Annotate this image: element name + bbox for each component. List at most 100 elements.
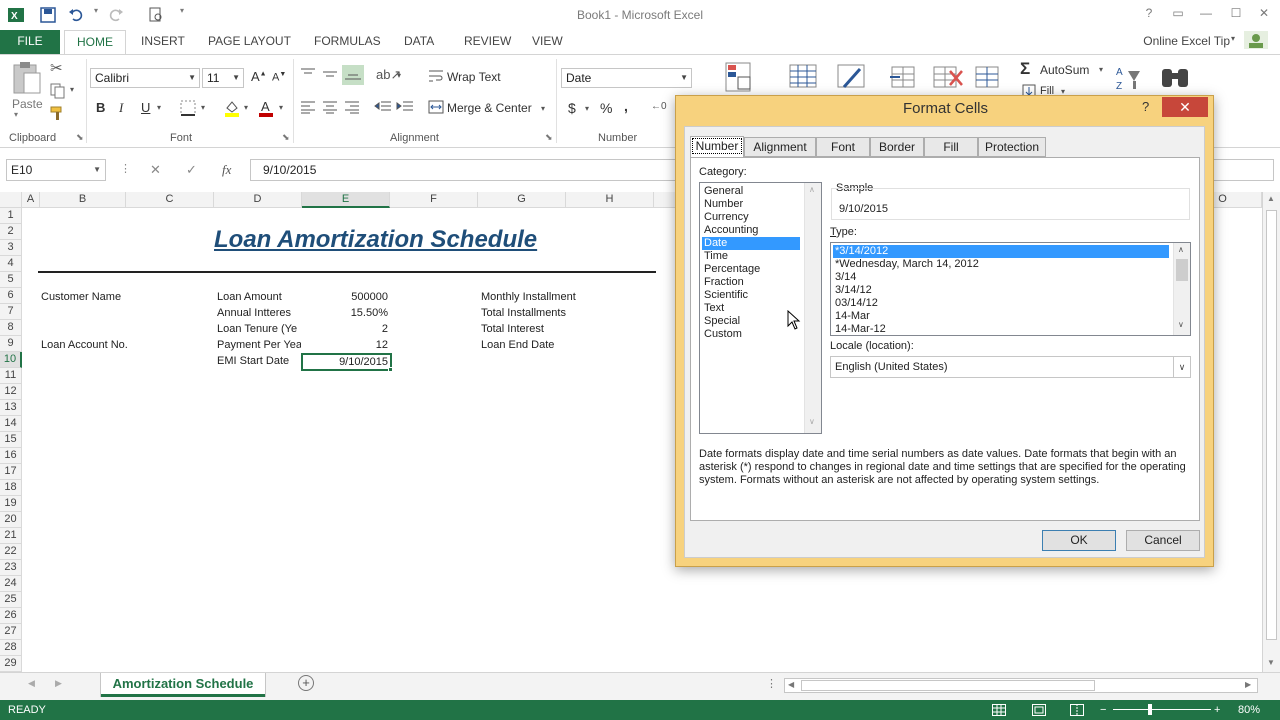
number-format-combo[interactable]: Date ▼: [561, 68, 692, 88]
row-header[interactable]: 14: [0, 416, 22, 432]
monthly-installment-label[interactable]: Monthly Installment: [481, 291, 576, 303]
font-color-dropdown-icon[interactable]: ▾: [279, 103, 283, 112]
zoom-level[interactable]: 80%: [1238, 700, 1260, 720]
comma-button[interactable]: ,: [624, 98, 628, 114]
maximize-icon[interactable]: ☐: [1226, 6, 1246, 24]
ok-button[interactable]: OK: [1042, 530, 1116, 551]
type-item[interactable]: 03/14/12: [833, 297, 1169, 310]
paste-label[interactable]: Paste: [12, 97, 43, 111]
row-header[interactable]: 7: [0, 304, 22, 320]
tab-alignment[interactable]: Alignment: [744, 137, 816, 157]
type-item[interactable]: 3/14: [833, 271, 1169, 284]
category-item[interactable]: Accounting: [702, 224, 800, 237]
font-name-combo[interactable]: Calibri ▼: [90, 68, 200, 88]
category-item[interactable]: Scientific: [702, 289, 800, 302]
row-header[interactable]: 24: [0, 576, 22, 592]
tab-protection[interactable]: Protection: [978, 137, 1046, 157]
dialog-help-icon[interactable]: ?: [1142, 99, 1149, 114]
increase-decimal-icon[interactable]: ←0: [651, 101, 667, 112]
zoom-slider[interactable]: [1113, 709, 1211, 710]
category-item[interactable]: Currency: [702, 211, 800, 224]
paste-dropdown-icon[interactable]: ▾: [14, 110, 18, 119]
paste-icon[interactable]: [10, 61, 42, 95]
avatar[interactable]: [1244, 31, 1268, 49]
merge-center-icon[interactable]: [428, 99, 444, 115]
percent-button[interactable]: %: [600, 100, 612, 116]
bold-button[interactable]: B: [96, 100, 105, 115]
interest-value[interactable]: 15.50%: [304, 307, 388, 319]
row-header[interactable]: 16: [0, 448, 22, 464]
total-installments-label[interactable]: Total Installments: [481, 307, 566, 319]
top-align-icon[interactable]: [300, 67, 316, 81]
currency-dropdown-icon[interactable]: ▾: [585, 104, 589, 113]
increase-indent-icon[interactable]: [396, 100, 414, 114]
scroll-up-icon[interactable]: ∧: [1178, 245, 1184, 254]
borders-dropdown-icon[interactable]: ▾: [201, 103, 205, 112]
row-header[interactable]: 11: [0, 368, 22, 384]
tenure-value[interactable]: 2: [304, 323, 388, 335]
format-as-table-icon[interactable]: [788, 61, 820, 93]
row-header[interactable]: 4: [0, 256, 22, 272]
scroll-down-icon[interactable]: ∨: [1178, 320, 1184, 329]
prev-sheet-icon[interactable]: ◀: [28, 678, 35, 689]
loan-end-date-label[interactable]: Loan End Date: [481, 339, 554, 351]
category-item[interactable]: Special: [702, 315, 800, 328]
column-header[interactable]: C: [126, 192, 214, 208]
name-box[interactable]: E10 ▼: [6, 159, 106, 181]
account-dropdown-icon[interactable]: ▾: [1231, 34, 1235, 43]
cell-styles-icon[interactable]: [836, 61, 868, 93]
help-icon[interactable]: ?: [1139, 6, 1159, 24]
total-interest-label[interactable]: Total Interest: [481, 323, 544, 335]
locale-select[interactable]: English (United States) ∨: [830, 356, 1191, 378]
middle-align-icon[interactable]: [322, 67, 338, 81]
tab-font[interactable]: Font: [816, 137, 870, 157]
bottom-align-icon[interactable]: [342, 65, 364, 85]
tab-view[interactable]: VIEW: [532, 30, 563, 54]
copy-icon[interactable]: [50, 83, 66, 99]
next-sheet-icon[interactable]: ▶: [55, 678, 62, 689]
column-header[interactable]: B: [40, 192, 126, 208]
interest-label[interactable]: Annual Intteres: [217, 307, 301, 319]
sheet-tab-amortization[interactable]: Amortization Schedule: [101, 673, 265, 697]
font-color-icon[interactable]: A: [257, 99, 275, 117]
align-center-icon[interactable]: [322, 100, 338, 114]
insert-cells-icon[interactable]: [888, 61, 920, 93]
format-cells-icon[interactable]: [972, 61, 1004, 93]
copy-dropdown-icon[interactable]: ▾: [70, 85, 74, 94]
tab-border[interactable]: Border: [870, 137, 924, 157]
column-header[interactable]: D: [214, 192, 302, 208]
column-header-selected[interactable]: E: [302, 192, 390, 208]
cancel-button[interactable]: Cancel: [1126, 530, 1200, 551]
category-list[interactable]: General Number Currency Accounting Date Time P…: [699, 182, 822, 434]
column-header[interactable]: F: [390, 192, 478, 208]
loan-amount-value[interactable]: 500000: [304, 291, 388, 303]
format-painter-icon[interactable]: [50, 105, 66, 121]
type-item[interactable]: *3/14/2012: [833, 245, 1169, 258]
tab-file[interactable]: FILE: [0, 30, 60, 54]
payment-value[interactable]: 12: [304, 339, 388, 351]
close-window-icon[interactable]: ✕: [1254, 6, 1274, 24]
row-header[interactable]: 26: [0, 608, 22, 624]
page-layout-view-icon[interactable]: [1032, 704, 1046, 716]
emi-label[interactable]: EMI Start Date: [217, 355, 301, 367]
type-scrollbar[interactable]: ∧ ∨: [1173, 243, 1190, 335]
row-header[interactable]: 27: [0, 624, 22, 640]
row-header[interactable]: 8: [0, 320, 22, 336]
vertical-scrollbar[interactable]: ▲ ▼: [1262, 192, 1280, 672]
alignment-launcher-icon[interactable]: ⬊: [545, 132, 553, 143]
insert-function-icon[interactable]: fx: [222, 162, 231, 178]
italic-button[interactable]: I: [119, 100, 123, 116]
column-header[interactable]: H: [566, 192, 654, 208]
align-left-icon[interactable]: [300, 100, 316, 114]
fill-color-dropdown-icon[interactable]: ▾: [244, 103, 248, 112]
row-header[interactable]: 9: [0, 336, 22, 352]
type-item[interactable]: 14-Mar: [833, 310, 1169, 323]
align-right-icon[interactable]: [344, 100, 360, 114]
row-header[interactable]: 15: [0, 432, 22, 448]
merge-dropdown-icon[interactable]: ▾: [541, 104, 545, 113]
row-header[interactable]: 21: [0, 528, 22, 544]
dialog-close-icon[interactable]: ✕: [1162, 97, 1208, 117]
row-header[interactable]: 19: [0, 496, 22, 512]
scroll-down-icon[interactable]: ∨: [809, 417, 815, 426]
row-header[interactable]: 17: [0, 464, 22, 480]
